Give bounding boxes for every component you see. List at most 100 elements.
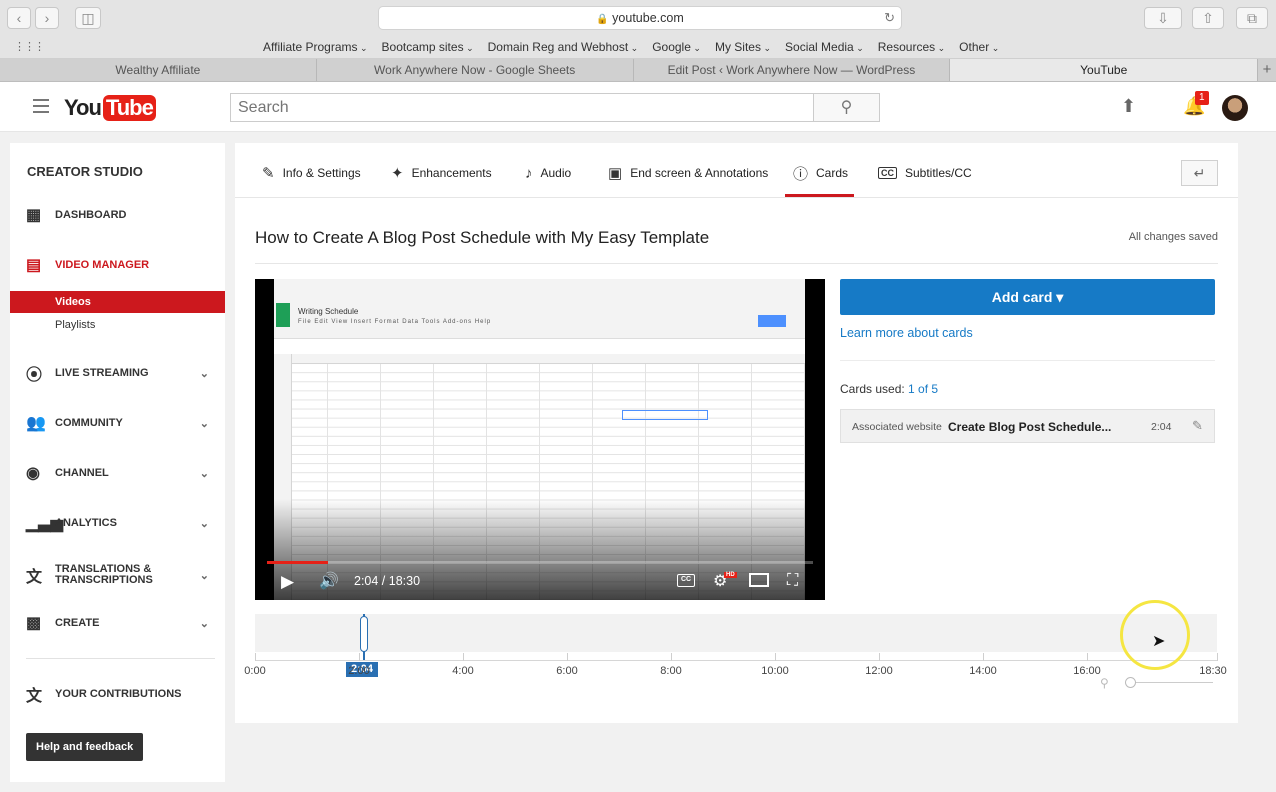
sidebar-item-label: LIVE STREAMING: [55, 367, 149, 379]
youtube-header: You Tube ⚲ ⬆ 🔔 1: [0, 82, 1276, 132]
sidebar-subitem-videos[interactable]: Videos: [10, 291, 225, 313]
video-player[interactable]: Writing Schedule File Edit View Insert F…: [255, 279, 825, 600]
browser-tabs: Wealthy Affiliate Work Anywhere Now - Go…: [0, 59, 1276, 82]
sidebar-item-dashboard[interactable]: ▦ DASHBOARD: [10, 205, 225, 225]
card-item[interactable]: Associated website Create Blog Post Sche…: [840, 409, 1215, 443]
play-icon[interactable]: ▶: [281, 572, 294, 592]
player-gradient: [255, 499, 825, 600]
tab-info-settings[interactable]: ✎ Info & Settings: [262, 163, 361, 183]
channel-icon: ◉: [26, 465, 40, 482]
avatar[interactable]: [1222, 95, 1248, 121]
tab-end-screen[interactable]: ▣ End screen & Annotations: [608, 163, 768, 183]
card-type: Associated website: [852, 421, 942, 433]
bookmark-item[interactable]: My Sites: [715, 40, 771, 54]
timeline-tick-label: 0:00: [244, 665, 266, 677]
timeline-tick: [567, 653, 568, 661]
sidebar-item-label: VIDEO MANAGER: [55, 259, 150, 271]
pencil-icon[interactable]: ✎: [1192, 418, 1203, 434]
sidebar-item-channel[interactable]: ◉ CHANNEL ⌄: [10, 463, 225, 483]
youtube-logo[interactable]: You Tube: [64, 94, 156, 122]
sidebar-item-your-contributions[interactable]: 文 YOUR CONTRIBUTIONS: [10, 684, 225, 705]
sidebar-item-translations[interactable]: 文 TRANSLATIONS & TRANSCRIPTIONS ⌄: [10, 563, 225, 587]
timeline-track[interactable]: [255, 614, 1217, 652]
sidebar-item-analytics[interactable]: ▁▃▅ ANALYTICS ⌄: [10, 513, 225, 533]
upload-icon[interactable]: ⬆: [1121, 96, 1136, 117]
tab-cards[interactable]: ⓘ Cards: [793, 163, 848, 183]
timeline-tick-label: 2:00: [348, 665, 370, 677]
video-editor-panel: ✎ Info & Settings ✦ Enhancements ♪ Audio…: [235, 143, 1238, 723]
progress-fill: [267, 561, 329, 564]
sidebar-item-label: TRANSLATIONS & TRANSCRIPTIONS: [55, 563, 153, 586]
tab-label: Info & Settings: [282, 166, 361, 180]
bookmark-item[interactable]: Bootcamp sites: [382, 40, 474, 54]
volume-icon[interactable]: 🔊: [319, 571, 339, 591]
browser-tab-active[interactable]: YouTube: [950, 59, 1259, 81]
zoom-slider[interactable]: [1128, 682, 1213, 683]
end-screen-icon: ▣: [608, 165, 623, 182]
pencil-icon: ✎: [262, 165, 275, 182]
spreadsheet-column-header: [274, 354, 805, 364]
learn-more-link[interactable]: Learn more about cards: [840, 326, 973, 340]
timeline-tick: [255, 653, 256, 661]
browser-tab[interactable]: Wealthy Affiliate: [0, 59, 317, 81]
logo-tube: Tube: [102, 95, 156, 121]
help-and-feedback-button[interactable]: Help and feedback: [26, 733, 144, 761]
title-divider: [255, 263, 1218, 264]
tabs-overview-icon[interactable]: ⧉: [1236, 7, 1268, 29]
chevron-down-icon: ⌄: [199, 569, 209, 582]
sidebar-item-video-manager[interactable]: ▤ VIDEO MANAGER: [10, 255, 225, 275]
sidebar-subitem-playlists[interactable]: Playlists: [10, 315, 225, 335]
timeline-tick: [983, 653, 984, 661]
tab-audio[interactable]: ♪ Audio: [525, 163, 571, 183]
captions-button[interactable]: CC: [677, 574, 695, 587]
timeline-tick-label: 18:30: [1199, 665, 1227, 677]
bookmark-item[interactable]: Resources: [878, 40, 945, 54]
share-icon[interactable]: ⇧: [1192, 7, 1224, 29]
translate-icon: 文: [26, 569, 43, 586]
spreadsheet-toolbar: Writing Schedule File Edit View Insert F…: [274, 279, 805, 339]
fullscreen-icon[interactable]: ⛶: [787, 572, 798, 590]
progress-bar[interactable]: [267, 561, 813, 564]
browser-tab[interactable]: Edit Post ‹ Work Anywhere Now — WordPres…: [634, 59, 951, 81]
search-icon: ⚲: [840, 99, 853, 116]
sidebar-item-live-streaming[interactable]: ⦿ LIVE STREAMING ⌄: [10, 363, 225, 384]
chevron-down-icon: ⌄: [199, 467, 209, 480]
bookmark-item[interactable]: Domain Reg and Webhost: [488, 40, 639, 54]
logo-you: You: [64, 95, 102, 120]
back-arrow-icon[interactable]: ‹: [7, 7, 31, 29]
tab-enhancements[interactable]: ✦ Enhancements: [391, 163, 492, 183]
sidebar-item-community[interactable]: 👥 COMMUNITY ⌄: [10, 413, 225, 433]
browser-tab[interactable]: Work Anywhere Now - Google Sheets: [317, 59, 634, 81]
card-marker-handle[interactable]: [360, 616, 368, 652]
downloads-icon[interactable]: ⇩: [1144, 7, 1182, 29]
sidebar-item-create[interactable]: ▩ CREATE ⌄: [10, 613, 225, 633]
bookmark-item[interactable]: Other: [959, 40, 999, 54]
tab-subtitles[interactable]: CC Subtitles/CC: [878, 163, 972, 183]
add-card-button[interactable]: Add card ▾: [840, 279, 1215, 315]
new-tab-icon[interactable]: +: [1258, 59, 1276, 81]
bookmark-item[interactable]: Social Media: [785, 40, 864, 54]
timeline-axis: [255, 660, 1217, 661]
sidebar-title: CREATOR STUDIO: [27, 164, 143, 179]
zoom-slider-knob[interactable]: [1125, 677, 1136, 688]
airplay-icon[interactable]: [749, 573, 769, 587]
reload-icon[interactable]: ↻: [884, 7, 895, 29]
grid-icon[interactable]: ⋮⋮⋮: [14, 40, 45, 53]
menu-icon[interactable]: [33, 99, 49, 113]
timeline-tick: [671, 653, 672, 661]
bookmark-item[interactable]: Google: [652, 40, 701, 54]
translate-icon: 文: [26, 688, 43, 705]
live-streaming-icon: ⦿: [26, 367, 43, 384]
bookmark-item[interactable]: Affiliate Programs: [263, 40, 368, 54]
timeline-tick-label: 10:00: [761, 665, 789, 677]
chevron-down-icon: ⌄: [199, 367, 209, 380]
url-text: youtube.com: [612, 11, 684, 25]
search-input[interactable]: [230, 93, 814, 122]
forward-arrow-icon[interactable]: ›: [35, 7, 59, 29]
sidebar-toggle-icon[interactable]: ◫: [75, 7, 101, 29]
bookmarks-bar: ⋮⋮⋮ Affiliate Programs Bootcamp sites Do…: [0, 36, 1276, 59]
return-button[interactable]: ↵: [1181, 160, 1218, 186]
search-button[interactable]: ⚲: [813, 93, 880, 122]
creator-studio-sidebar: CREATOR STUDIO ▦ DASHBOARD ▤ VIDEO MANAG…: [10, 143, 225, 782]
url-bar[interactable]: 🔒 youtube.com ↻: [378, 6, 902, 30]
